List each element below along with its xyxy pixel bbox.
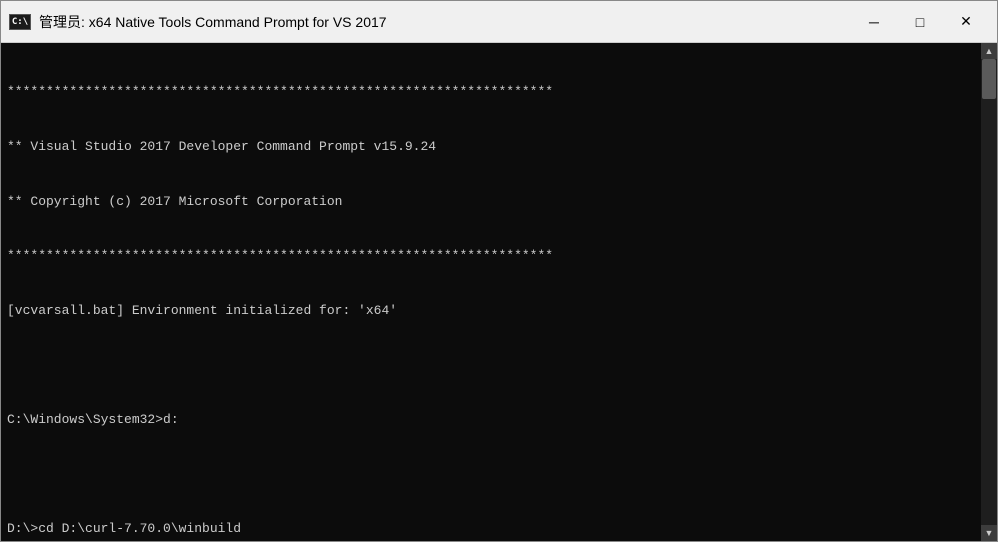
console-line-1: ****************************************… — [7, 83, 975, 101]
console-line-8 — [7, 465, 975, 483]
close-button[interactable]: ✕ — [943, 7, 989, 37]
window-controls: ─ □ ✕ — [851, 7, 989, 37]
console-line-9: D:\>cd D:\curl-7.70.0\winbuild — [7, 520, 975, 538]
window-title: 管理员: x64 Native Tools Command Prompt for… — [39, 12, 851, 32]
vertical-scrollbar[interactable]: ▲ ▼ — [981, 43, 997, 541]
console-line-7: C:\Windows\System32>d: — [7, 411, 975, 429]
console-output[interactable]: ****************************************… — [1, 43, 981, 541]
title-bar: C:\ 管理员: x64 Native Tools Command Prompt… — [1, 1, 997, 43]
scroll-up-button[interactable]: ▲ — [981, 43, 997, 59]
scroll-thumb-y[interactable] — [982, 59, 996, 99]
console-line-4: ****************************************… — [7, 247, 975, 265]
main-window: C:\ 管理员: x64 Native Tools Command Prompt… — [0, 0, 998, 542]
maximize-button[interactable]: □ — [897, 7, 943, 37]
console-line-5: [vcvarsall.bat] Environment initialized … — [7, 302, 975, 320]
console-line-3: ** Copyright (c) 2017 Microsoft Corporat… — [7, 193, 975, 211]
scroll-track-y[interactable] — [981, 59, 997, 525]
console-line-2: ** Visual Studio 2017 Developer Command … — [7, 138, 975, 156]
minimize-button[interactable]: ─ — [851, 7, 897, 37]
app-icon: C:\ — [9, 14, 31, 30]
console-area: ****************************************… — [1, 43, 997, 541]
scroll-down-button[interactable]: ▼ — [981, 525, 997, 541]
console-line-6 — [7, 356, 975, 374]
